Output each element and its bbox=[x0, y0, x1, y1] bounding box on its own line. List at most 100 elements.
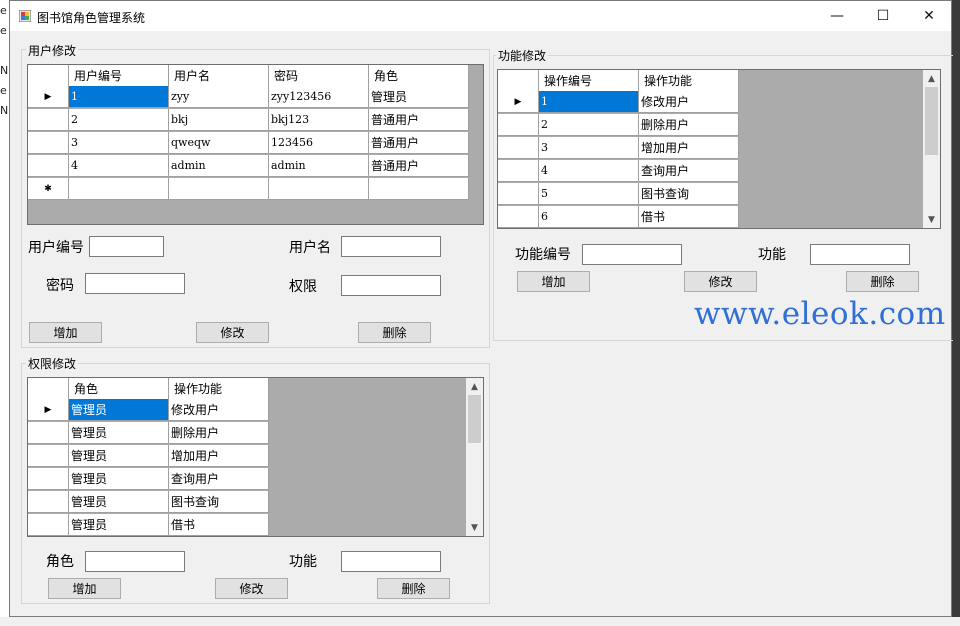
perm-function-field[interactable] bbox=[341, 551, 441, 572]
table-cell[interactable]: 普通用户 bbox=[369, 109, 469, 131]
func-edit-button[interactable]: 修改 bbox=[684, 271, 757, 292]
user-add-button[interactable]: 增加 bbox=[29, 322, 102, 343]
table-cell[interactable]: admin bbox=[269, 155, 369, 177]
row-header-cell[interactable] bbox=[28, 109, 69, 131]
permission-field[interactable] bbox=[341, 275, 441, 296]
scroll-up-icon[interactable]: ▲ bbox=[923, 70, 940, 87]
function-grid-header-cell[interactable]: 操作功能 bbox=[639, 70, 739, 92]
function-grid-header-cell[interactable]: 操作编号 bbox=[539, 70, 639, 92]
table-cell[interactable]: 普通用户 bbox=[369, 155, 469, 177]
permission-grid-header-cell[interactable]: 操作功能 bbox=[169, 378, 269, 400]
new-row-icon[interactable]: ✱ bbox=[28, 178, 69, 200]
row-header-cell[interactable] bbox=[28, 132, 69, 154]
table-cell[interactable]: 3 bbox=[539, 137, 639, 159]
function-grid-scrollbar[interactable]: ▲ ▼ bbox=[923, 70, 940, 228]
close-button[interactable]: ✕ bbox=[906, 1, 952, 31]
table-cell[interactable]: 增加用户 bbox=[639, 137, 739, 159]
scroll-down-icon[interactable]: ▼ bbox=[466, 519, 483, 536]
table-cell[interactable]: 4 bbox=[539, 160, 639, 182]
perm-edit-button[interactable]: 修改 bbox=[215, 578, 288, 599]
username-field[interactable] bbox=[341, 236, 441, 257]
table-cell[interactable]: 管理员 bbox=[69, 468, 169, 490]
table-cell[interactable]: 查询用户 bbox=[169, 468, 269, 490]
table-cell[interactable]: 管理员 bbox=[69, 491, 169, 513]
table-cell[interactable]: zyy bbox=[169, 86, 269, 108]
table-cell[interactable]: qweqw bbox=[169, 132, 269, 154]
user-grid-header-cell[interactable]: 角色 bbox=[369, 65, 469, 87]
permission-grid[interactable]: 角色 操作功能 ▶ 管理员 修改用户 管理员 删除用户 管理员 增加用户 管理员… bbox=[27, 377, 484, 537]
table-cell[interactable]: 借书 bbox=[639, 206, 739, 228]
user-grid-header-cell[interactable]: 密码 bbox=[269, 65, 369, 87]
table-cell[interactable] bbox=[369, 178, 469, 200]
table-cell[interactable]: 2 bbox=[69, 109, 169, 131]
scroll-up-icon[interactable]: ▲ bbox=[466, 378, 483, 395]
table-cell[interactable]: 管理员 bbox=[69, 422, 169, 444]
table-cell[interactable]: bkj bbox=[169, 109, 269, 131]
user-edit-button[interactable]: 修改 bbox=[196, 322, 269, 343]
table-cell[interactable]: admin bbox=[169, 155, 269, 177]
table-cell[interactable] bbox=[269, 178, 369, 200]
table-cell[interactable]: 删除用户 bbox=[169, 422, 269, 444]
table-cell[interactable]: 修改用户 bbox=[169, 399, 269, 421]
table-cell[interactable]: 6 bbox=[539, 206, 639, 228]
row-header-cell[interactable] bbox=[28, 155, 69, 177]
user-id-field[interactable] bbox=[89, 236, 164, 257]
minimize-button[interactable]: — bbox=[814, 1, 860, 31]
func-id-field[interactable] bbox=[582, 244, 682, 265]
table-cell[interactable]: 管理员 bbox=[69, 514, 169, 536]
table-cell[interactable]: 管理员 bbox=[69, 399, 169, 421]
scroll-thumb[interactable] bbox=[468, 395, 481, 443]
table-cell[interactable]: 图书查询 bbox=[169, 491, 269, 513]
table-cell[interactable]: 2 bbox=[539, 114, 639, 136]
table-cell[interactable]: 普通用户 bbox=[369, 132, 469, 154]
table-cell[interactable]: bkj123 bbox=[269, 109, 369, 131]
row-header-cell[interactable] bbox=[498, 183, 539, 205]
table-cell[interactable]: 1 bbox=[69, 86, 169, 108]
table-cell[interactable]: 查询用户 bbox=[639, 160, 739, 182]
table-cell[interactable]: 图书查询 bbox=[639, 183, 739, 205]
current-row-indicator-icon[interactable]: ▶ bbox=[498, 91, 539, 113]
func-add-button[interactable]: 增加 bbox=[517, 271, 590, 292]
table-cell[interactable]: zyy123456 bbox=[269, 86, 369, 108]
row-header-cell[interactable] bbox=[28, 422, 69, 444]
table-cell[interactable]: 4 bbox=[69, 155, 169, 177]
role-field[interactable] bbox=[85, 551, 185, 572]
table-cell[interactable]: 修改用户 bbox=[639, 91, 739, 113]
table-cell[interactable]: 删除用户 bbox=[639, 114, 739, 136]
row-header-cell[interactable] bbox=[498, 114, 539, 136]
table-cell[interactable] bbox=[69, 178, 169, 200]
table-cell[interactable]: 3 bbox=[69, 132, 169, 154]
scroll-thumb[interactable] bbox=[925, 87, 938, 155]
table-cell[interactable]: 管理员 bbox=[369, 86, 469, 108]
row-header-cell[interactable] bbox=[28, 445, 69, 467]
row-header-cell[interactable] bbox=[498, 137, 539, 159]
scroll-down-icon[interactable]: ▼ bbox=[923, 211, 940, 228]
table-cell[interactable]: 1 bbox=[539, 91, 639, 113]
function-grid[interactable]: 操作编号 操作功能 ▶ 1 修改用户 2 删除用户 3 增加用户 4 查询用户 … bbox=[497, 69, 941, 229]
table-cell[interactable]: 增加用户 bbox=[169, 445, 269, 467]
user-delete-button[interactable]: 删除 bbox=[358, 322, 431, 343]
current-row-indicator-icon[interactable]: ▶ bbox=[28, 86, 69, 108]
row-header-cell[interactable] bbox=[498, 160, 539, 182]
func-delete-button[interactable]: 删除 bbox=[846, 271, 919, 292]
table-cell[interactable] bbox=[169, 178, 269, 200]
row-header-cell[interactable] bbox=[28, 468, 69, 490]
password-field[interactable] bbox=[85, 273, 185, 294]
row-header-cell[interactable] bbox=[28, 514, 69, 536]
table-cell[interactable]: 5 bbox=[539, 183, 639, 205]
permission-grid-scrollbar[interactable]: ▲ ▼ bbox=[466, 378, 483, 536]
table-cell[interactable]: 借书 bbox=[169, 514, 269, 536]
maximize-button[interactable]: ☐ bbox=[860, 1, 906, 31]
table-cell[interactable]: 管理员 bbox=[69, 445, 169, 467]
row-header-cell[interactable] bbox=[498, 206, 539, 228]
permission-grid-header-cell[interactable]: 角色 bbox=[69, 378, 169, 400]
user-grid-header-cell[interactable]: 用户编号 bbox=[69, 65, 169, 87]
perm-delete-button[interactable]: 删除 bbox=[377, 578, 450, 599]
perm-add-button[interactable]: 增加 bbox=[48, 578, 121, 599]
user-grid[interactable]: 用户编号 用户名 密码 角色 ▶ 1 zyy zyy123456 管理员 2 b… bbox=[27, 64, 484, 225]
user-grid-header-cell[interactable]: 用户名 bbox=[169, 65, 269, 87]
row-header-cell[interactable] bbox=[28, 491, 69, 513]
func-function-field[interactable] bbox=[810, 244, 910, 265]
current-row-indicator-icon[interactable]: ▶ bbox=[28, 399, 69, 421]
title-bar[interactable]: 图书馆角色管理系统 — ☐ ✕ bbox=[10, 1, 951, 31]
